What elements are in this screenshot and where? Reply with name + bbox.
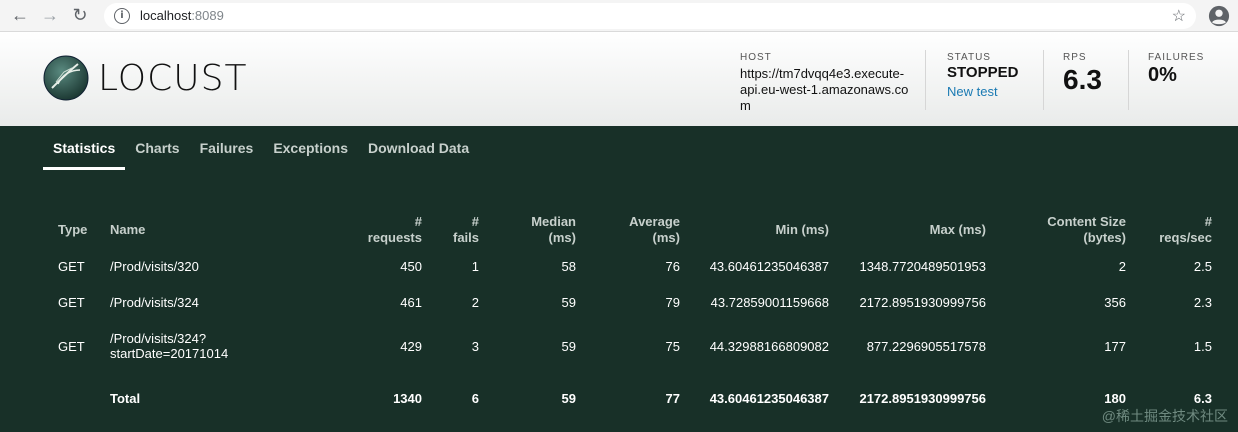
cell-min: 43.60461235046387	[709, 390, 829, 406]
host-value: https://tm7dvqq4e3.execute-api.eu-west-1…	[740, 66, 909, 113]
site-info-icon[interactable]: i	[114, 7, 130, 24]
column-header-max[interactable]: Max (ms)	[837, 212, 994, 248]
column-header-type[interactable]: Type	[50, 212, 102, 248]
cell-min: 43.72859001159668	[710, 294, 829, 310]
tab-download-data[interactable]: Download Data	[358, 140, 479, 170]
column-header-median[interactable]: Median (ms)	[487, 212, 584, 248]
status-box: STATUS STOPPED New test	[947, 52, 1018, 99]
reload-icon[interactable]: ↻	[68, 4, 92, 28]
back-arrow-icon[interactable]: ←	[8, 4, 32, 28]
table-row: GET /Prod/visits/320 450 1 58 76 43.6046…	[50, 248, 1220, 284]
cell-reqs-per-sec: 1.5	[1193, 338, 1212, 354]
rps-label: RPS	[1063, 52, 1087, 63]
cell-requests: 429	[400, 338, 422, 354]
cell-fails: 6	[471, 390, 479, 406]
table-total-row: Total 1340 6 59 77 43.60461235046387 217…	[50, 372, 1220, 424]
cell-type: GET	[58, 258, 85, 274]
status-value: STOPPED	[947, 64, 1019, 81]
table-row: GET /Prod/visits/324 461 2 59 79 43.7285…	[50, 284, 1220, 320]
cell-content-size: 177	[1104, 338, 1126, 354]
cell-max: 2172.8951930999756	[859, 390, 986, 406]
table-header-row: Type Name # requests # fails Median (ms) Av…	[50, 212, 1220, 248]
cell-median: 59	[561, 294, 576, 310]
tab-bar: Statistics Charts Failures Exceptions Do…	[0, 126, 1238, 170]
status-label: STATUS	[947, 52, 991, 63]
cell-requests: 1340	[393, 390, 422, 406]
host-box: HOST https://tm7dvqq4e3.execute-api.eu-w…	[740, 52, 910, 114]
logo-text: LOCUST	[98, 57, 248, 99]
failures-box: FAILURES 0%	[1148, 52, 1204, 87]
cell-content-size: 2	[1118, 258, 1126, 274]
tab-failures[interactable]: Failures	[190, 140, 264, 170]
watermark-text: @稀土掘金技术社区	[1101, 408, 1228, 424]
new-test-link[interactable]: New test	[947, 84, 1018, 99]
host-label: HOST	[740, 52, 772, 63]
cell-max: 1348.7720489501953	[859, 258, 986, 274]
rps-value: 6.3	[1063, 64, 1102, 95]
column-header-min[interactable]: Min (ms)	[688, 212, 837, 248]
cell-median: 58	[561, 258, 576, 274]
cell-content-size: 356	[1104, 294, 1126, 310]
cell-type: GET	[58, 338, 85, 354]
cell-reqs-per-sec: 2.3	[1193, 294, 1212, 310]
cell-average: 77	[665, 390, 680, 406]
locust-logo: LOCUST	[42, 54, 247, 102]
browser-toolbar: ← → ↻ i localhost:8089 ☆	[0, 0, 1238, 32]
column-header-fails[interactable]: # fails	[430, 212, 487, 248]
header-divider	[1128, 50, 1129, 110]
cell-name: Total	[110, 390, 141, 406]
statistics-table-container: Type Name # requests # fails Median (ms) Av…	[50, 212, 1220, 424]
cell-average: 75	[665, 338, 680, 354]
locust-logo-icon	[43, 55, 89, 101]
cell-fails: 1	[471, 258, 479, 274]
column-header-requests[interactable]: # requests	[322, 212, 430, 248]
header-divider	[925, 50, 926, 110]
cell-min: 44.32988166809082	[709, 338, 829, 354]
tab-charts[interactable]: Charts	[125, 140, 189, 170]
cell-max: 2172.8951930999756	[859, 294, 986, 310]
column-header-name[interactable]: Name	[102, 212, 322, 248]
cell-requests: 461	[400, 294, 422, 310]
tab-statistics[interactable]: Statistics	[43, 140, 126, 170]
cell-average: 76	[665, 258, 680, 274]
table-row: GET /Prod/visits/324? startDate=20171014 …	[50, 320, 1220, 372]
address-bar[interactable]: i localhost:8089 ☆	[104, 2, 1196, 29]
failures-label: FAILURES	[1148, 52, 1205, 63]
forward-arrow-icon[interactable]: →	[38, 4, 62, 28]
header-divider	[1043, 50, 1044, 110]
cell-fails: 2	[471, 294, 479, 310]
cell-name: /Prod/visits/324	[110, 294, 199, 310]
cell-type: GET	[58, 294, 85, 310]
cell-average: 79	[665, 294, 680, 310]
column-header-reqs-per-sec[interactable]: # reqs/sec	[1134, 212, 1220, 248]
cell-fails: 3	[471, 338, 479, 354]
cell-name: /Prod/visits/324? startDate=20171014	[110, 331, 229, 361]
rps-box: RPS 6.3	[1063, 52, 1102, 96]
column-header-content-size[interactable]: Content Size (bytes)	[994, 212, 1134, 248]
cell-reqs-per-sec: 2.5	[1193, 258, 1212, 274]
app-header: LOCUST HOST https://tm7dvqq4e3.execute-a…	[0, 32, 1238, 126]
cell-type	[50, 372, 102, 424]
cell-name: /Prod/visits/320	[110, 258, 199, 274]
statistics-table: Type Name # requests # fails Median (ms) Av…	[50, 212, 1220, 424]
tab-exceptions[interactable]: Exceptions	[263, 140, 358, 170]
cell-requests: 450	[400, 258, 422, 274]
cell-max: 877.2296905517578	[866, 338, 986, 354]
failures-value: 0%	[1148, 64, 1177, 86]
bookmark-star-icon[interactable]: ☆	[1172, 6, 1186, 26]
url-text: localhost:8089	[140, 8, 224, 23]
column-header-average[interactable]: Average (ms)	[584, 212, 688, 248]
profile-avatar-icon[interactable]	[1208, 5, 1230, 27]
cell-median: 59	[561, 338, 576, 354]
cell-min: 43.60461235046387	[709, 258, 829, 274]
cell-median: 59	[561, 390, 576, 406]
